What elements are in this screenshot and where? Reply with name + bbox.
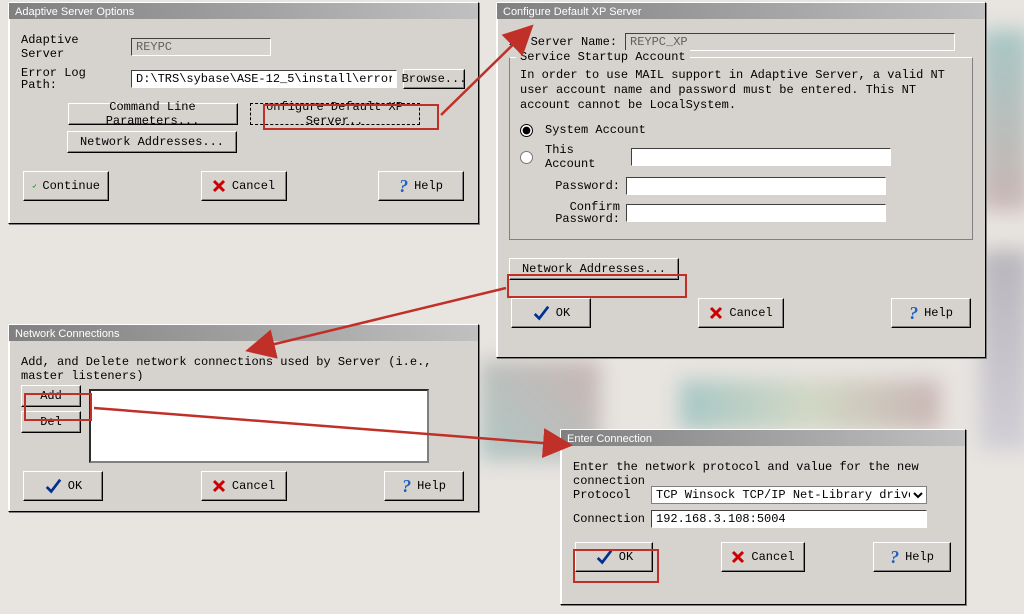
password-label: Password: bbox=[520, 179, 620, 193]
group-title: Service Startup Account bbox=[516, 50, 690, 64]
check-icon bbox=[595, 548, 613, 566]
system-account-radio[interactable] bbox=[520, 124, 533, 137]
question-icon: ? bbox=[402, 476, 411, 497]
cancel-label: Cancel bbox=[232, 179, 275, 193]
x-icon bbox=[212, 479, 226, 493]
configure-default-xp-server-button[interactable]: onfigure Default XP Server.. bbox=[250, 103, 420, 125]
adaptive-server-label: Adaptive Server bbox=[21, 33, 125, 61]
cancel-label: Cancel bbox=[729, 306, 772, 320]
cancel-button[interactable]: Cancel bbox=[721, 542, 805, 572]
x-icon bbox=[709, 306, 723, 320]
help-label: Help bbox=[414, 179, 443, 193]
ok-label: OK bbox=[68, 479, 82, 493]
titlebar: Adaptive Server Options bbox=[9, 3, 478, 19]
this-account-radio[interactable] bbox=[520, 151, 533, 164]
titlebar: Enter Connection bbox=[561, 430, 965, 446]
cancel-button[interactable]: Cancel bbox=[201, 471, 287, 501]
cancel-button[interactable]: Cancel bbox=[201, 171, 287, 201]
confirm-password-label: Confirm Password: bbox=[520, 201, 620, 225]
connection-label: Connection bbox=[573, 512, 645, 526]
help-button[interactable]: ? Help bbox=[891, 298, 971, 328]
help-label: Help bbox=[417, 479, 446, 493]
check-icon bbox=[32, 177, 36, 195]
service-startup-account-group: Service Startup Account In order to use … bbox=[509, 57, 973, 240]
x-icon bbox=[212, 179, 226, 193]
question-icon: ? bbox=[399, 176, 408, 197]
system-account-label: System Account bbox=[545, 123, 646, 137]
continue-label: Continue bbox=[42, 179, 100, 193]
cancel-label: Cancel bbox=[232, 479, 275, 493]
continue-button[interactable]: Continue bbox=[23, 171, 109, 201]
xp-server-name-label: XP Server Name: bbox=[509, 35, 619, 49]
network-connections-window: Network Connections Add, and Delete netw… bbox=[8, 324, 479, 512]
configure-default-xp-server-window: Configure Default XP Server XP Server Na… bbox=[496, 2, 986, 358]
ok-label: OK bbox=[556, 306, 570, 320]
check-icon bbox=[44, 477, 62, 495]
adaptive-server-options-window: Adaptive Server Options Adaptive Server … bbox=[8, 2, 479, 224]
protocol-label: Protocol bbox=[573, 488, 645, 502]
enterconn-desc: Enter the network protocol and value for… bbox=[573, 460, 953, 486]
connection-field[interactable] bbox=[651, 510, 927, 528]
x-icon bbox=[731, 550, 745, 564]
network-addresses-button[interactable]: Network Addresses... bbox=[67, 131, 237, 153]
adaptive-server-field bbox=[131, 38, 271, 56]
titlebar: Network Connections bbox=[9, 325, 478, 341]
question-icon: ? bbox=[890, 547, 899, 568]
del-button[interactable]: Del bbox=[21, 411, 81, 433]
this-account-label: This Account bbox=[545, 143, 625, 171]
ok-button[interactable]: OK bbox=[511, 298, 591, 328]
ok-button[interactable]: OK bbox=[23, 471, 103, 501]
network-addresses-button[interactable]: Network Addresses... bbox=[509, 258, 679, 280]
help-label: Help bbox=[905, 550, 934, 564]
cancel-button[interactable]: Cancel bbox=[698, 298, 784, 328]
netconn-desc: Add, and Delete network connections used… bbox=[21, 355, 466, 381]
errorlog-path-field[interactable] bbox=[131, 70, 397, 88]
ok-label: OK bbox=[619, 550, 633, 564]
add-button[interactable]: Add bbox=[21, 385, 81, 407]
errorlog-path-label: Error Log Path: bbox=[21, 67, 125, 91]
connections-listbox[interactable] bbox=[89, 389, 429, 463]
browse-button[interactable]: Browse... bbox=[403, 69, 465, 89]
titlebar: Configure Default XP Server bbox=[497, 3, 985, 19]
startup-info-text: In order to use MAIL support in Adaptive… bbox=[520, 68, 962, 113]
ok-button[interactable]: OK bbox=[575, 542, 653, 572]
help-label: Help bbox=[924, 306, 953, 320]
help-button[interactable]: ? Help bbox=[378, 171, 464, 201]
check-icon bbox=[532, 304, 550, 322]
help-button[interactable]: ? Help bbox=[873, 542, 951, 572]
protocol-select[interactable]: TCP Winsock TCP/IP Net-Library driver bbox=[651, 486, 927, 504]
cancel-label: Cancel bbox=[751, 550, 794, 564]
password-field[interactable] bbox=[626, 177, 886, 195]
question-icon: ? bbox=[909, 303, 918, 324]
help-button[interactable]: ? Help bbox=[384, 471, 464, 501]
confirm-password-field[interactable] bbox=[626, 204, 886, 222]
enter-connection-window: Enter Connection Enter the network proto… bbox=[560, 429, 966, 605]
xp-server-name-field bbox=[625, 33, 955, 51]
this-account-field[interactable] bbox=[631, 148, 891, 166]
command-line-parameters-button[interactable]: Command Line Parameters... bbox=[68, 103, 238, 125]
